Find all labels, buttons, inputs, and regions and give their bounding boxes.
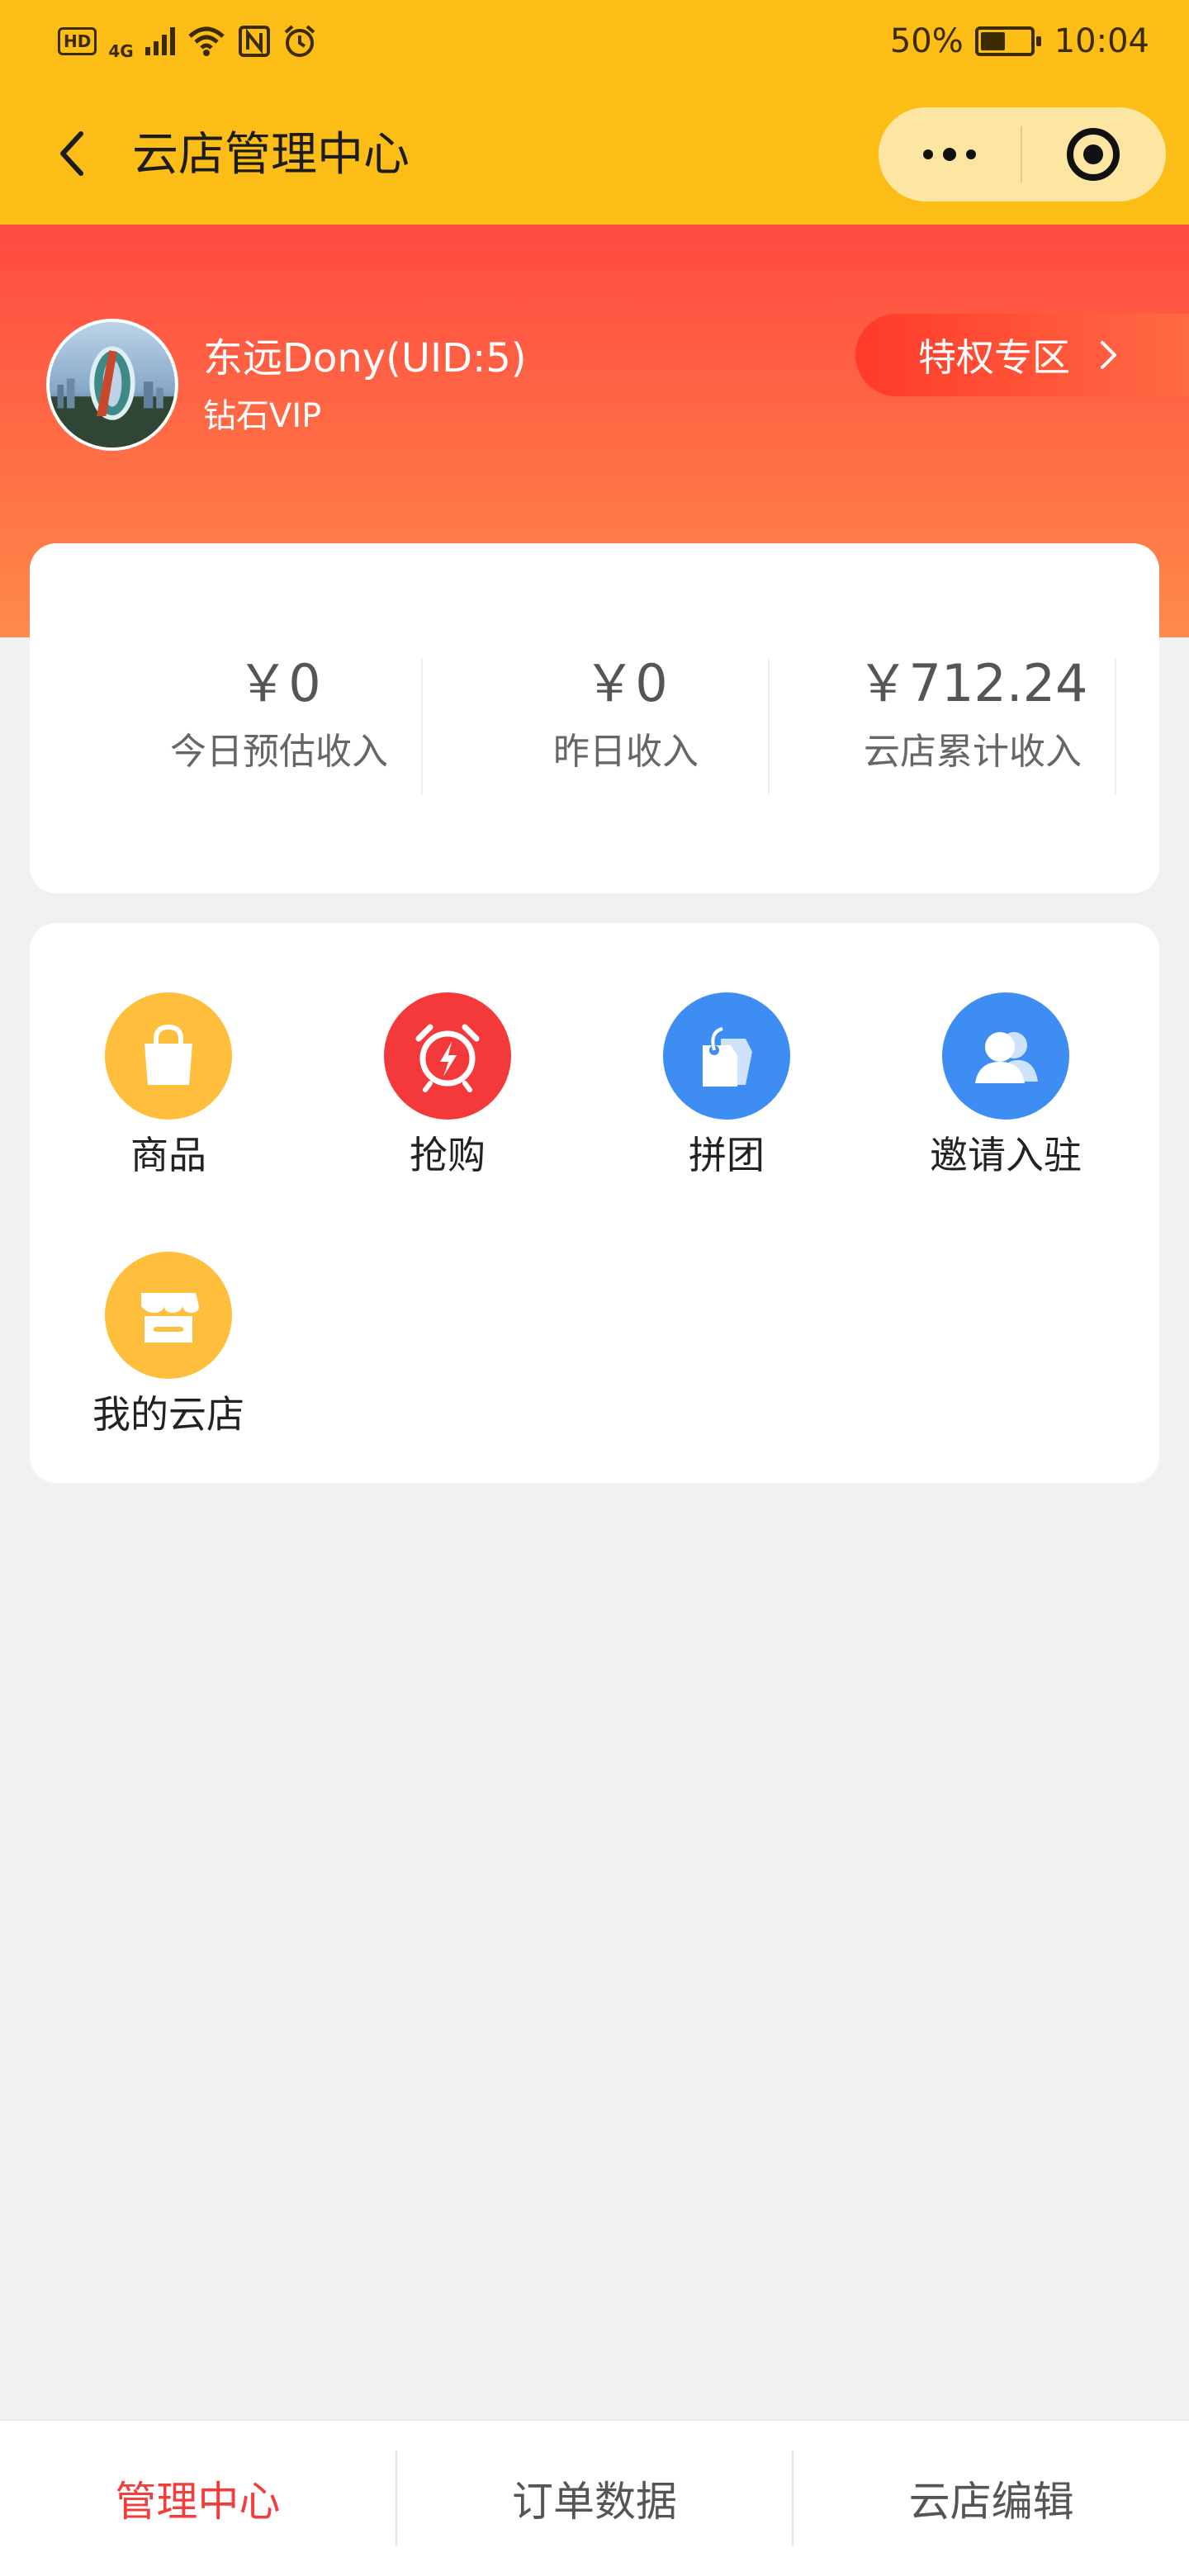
income-value: ￥0 — [584, 653, 668, 713]
menu-label: 抢购 — [410, 1133, 486, 1177]
income-yesterday[interactable]: ￥0 昨日收入 — [452, 652, 799, 788]
close-miniapp-button[interactable] — [1022, 107, 1164, 201]
menu-item-group-buy[interactable]: 拼团 — [588, 992, 865, 1182]
menu-item-my-store[interactable]: 我的云店 — [30, 1252, 307, 1442]
income-summary-card: ￥0 今日预估收入 ￥0 昨日收入 ￥712.24 云店累计收入 — [30, 543, 1159, 893]
more-dot-icon — [943, 148, 956, 161]
menu-label: 拼团 — [689, 1133, 765, 1177]
signal-icon — [144, 27, 175, 55]
clock: 10:04 — [1054, 22, 1149, 60]
alarm-clock-icon — [384, 992, 511, 1120]
income-total[interactable]: ￥712.24 云店累计收入 — [799, 652, 1146, 788]
income-divider — [1115, 659, 1116, 794]
shopping-bag-icon — [105, 992, 232, 1120]
menu-label: 我的云店 — [92, 1392, 244, 1437]
alarm-icon — [284, 25, 315, 57]
avatar-image — [50, 346, 175, 447]
income-value: ￥712.24 — [857, 653, 1088, 713]
privilege-label: 特权专区 — [918, 335, 1070, 380]
income-value: ￥0 — [237, 653, 321, 713]
income-label: 昨日收入 — [553, 731, 699, 773]
avatar[interactable] — [46, 319, 178, 451]
income-divider — [421, 659, 423, 794]
status-bar: HD 4G 50% 10:04 — [0, 0, 1189, 83]
miniapp-capsule — [879, 107, 1166, 201]
more-dot-icon — [966, 149, 976, 159]
wifi-icon — [188, 26, 225, 56]
chevron-right-icon — [1101, 341, 1116, 369]
page-title: 云店管理中心 — [132, 128, 410, 182]
privilege-zone-button[interactable]: 特权专区 — [855, 314, 1189, 396]
user-name: 东远Dony(UID:5) — [203, 335, 527, 381]
back-arrow-icon[interactable] — [48, 129, 97, 178]
menu-item-products[interactable]: 商品 — [30, 992, 307, 1182]
bottom-tab-bar: 管理中心 订单数据 云店编辑 — [0, 2419, 1189, 2576]
membership-level: 钻石VIP — [203, 397, 322, 435]
menu-item-invite[interactable]: 邀请入驻 — [867, 992, 1144, 1182]
storefront-icon — [105, 1252, 232, 1379]
menu-item-flash-sale[interactable]: 抢购 — [309, 992, 586, 1182]
network-type: 4G — [108, 41, 134, 61]
income-label: 云店累计收入 — [864, 731, 1082, 773]
income-label: 今日预估收入 — [170, 731, 388, 773]
target-icon — [1067, 128, 1120, 181]
battery-percent: 50% — [889, 22, 964, 60]
status-icons-left: HD 4G — [58, 21, 317, 61]
tab-order-data[interactable]: 订单数据 — [397, 2421, 793, 2576]
users-icon — [942, 992, 1069, 1120]
menu-label: 商品 — [130, 1133, 206, 1177]
nfc-icon — [238, 26, 270, 57]
tab-store-edit[interactable]: 云店编辑 — [793, 2421, 1189, 2576]
tab-management-center[interactable]: 管理中心 — [0, 2421, 396, 2576]
battery-icon — [974, 26, 1041, 56]
status-icons-right: 50% 10:04 — [890, 22, 1149, 60]
header-bar: 云店管理中心 — [0, 83, 1189, 225]
more-dot-icon — [923, 149, 933, 159]
function-menu-card: 商品 抢购 拼团 邀请入驻 我的云店 — [30, 923, 1159, 1483]
menu-label: 邀请入驻 — [930, 1133, 1082, 1177]
hd-badge: HD — [58, 27, 97, 55]
income-divider — [768, 659, 770, 794]
price-tag-icon — [663, 992, 790, 1120]
income-today[interactable]: ￥0 今日预估收入 — [106, 652, 452, 788]
more-button[interactable] — [879, 107, 1021, 201]
